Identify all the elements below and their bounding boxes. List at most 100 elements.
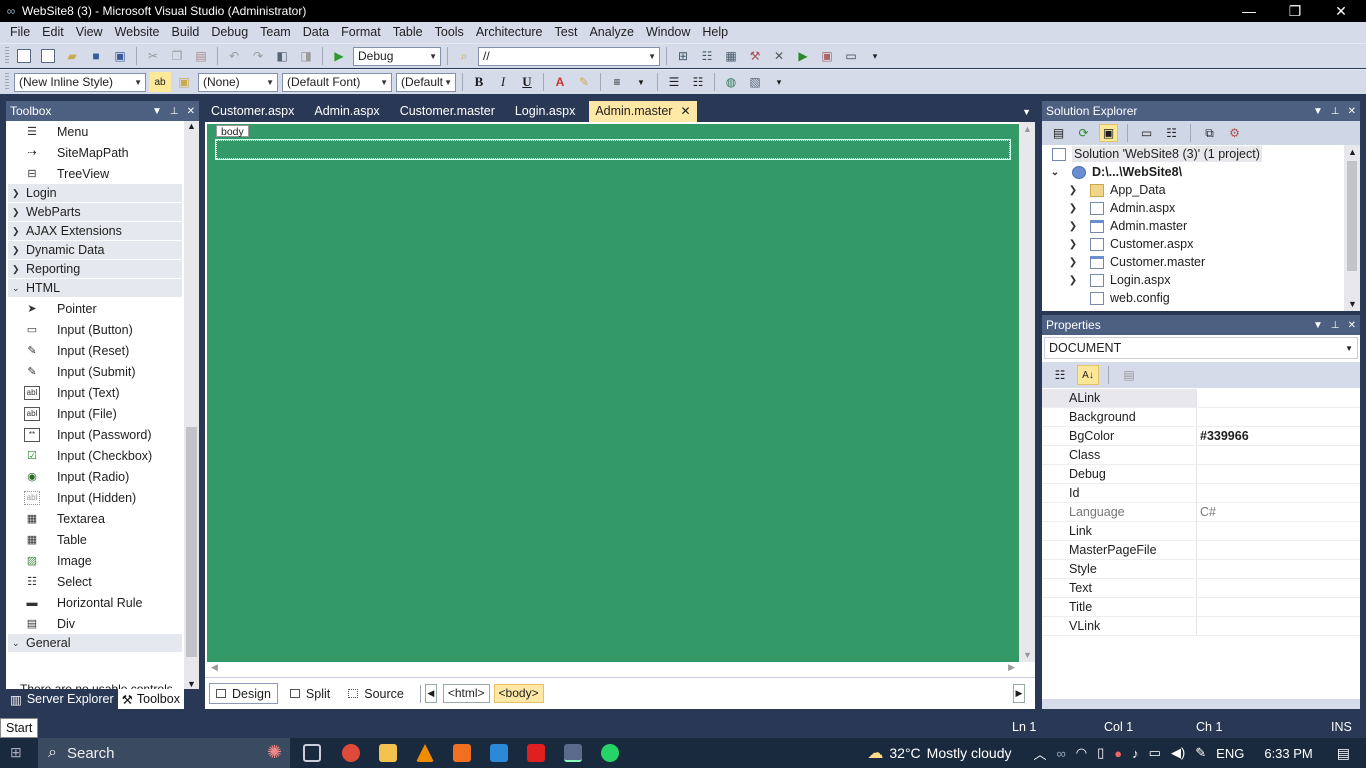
taskbar-search[interactable]: ⌕ Search ✺ — [38, 738, 290, 768]
tag-nav-right-button[interactable]: ▶ — [1013, 684, 1025, 703]
scroll-down-icon[interactable]: ▼ — [1023, 650, 1032, 660]
tab-login-aspx[interactable]: Login.aspx — [509, 101, 581, 122]
vscode-icon[interactable] — [490, 744, 508, 762]
toolbar-options-icon[interactable]: ▾ — [864, 46, 886, 66]
copy-website-icon[interactable]: ⧉ — [1200, 124, 1219, 142]
youtube-icon[interactable] — [527, 744, 545, 762]
chevron-right-icon[interactable]: ❯ — [1066, 203, 1080, 214]
chrome-icon[interactable] — [342, 744, 360, 762]
scroll-up-icon[interactable]: ▲ — [187, 121, 196, 131]
chevron-right-icon[interactable]: ❯ — [1066, 221, 1080, 232]
scroll-up-icon[interactable]: ▲ — [1023, 124, 1032, 134]
toolbox-category-general[interactable]: ⌄ General — [8, 634, 182, 653]
minimize-button[interactable]: — — [1226, 0, 1272, 22]
paste-icon[interactable]: ▤ — [190, 46, 212, 66]
design-vertical-scrollbar[interactable]: ▲ ▼ — [1019, 122, 1035, 662]
microphone-icon[interactable]: ♪ — [1132, 746, 1139, 761]
close-window-button[interactable]: ✕ — [1318, 0, 1364, 22]
navigate-backward-icon[interactable]: ◧ — [271, 46, 293, 66]
toolbox-item-input-file[interactable]: abl Input (File) — [6, 403, 184, 424]
xampp-icon[interactable] — [453, 744, 471, 762]
design-view-button[interactable]: Design — [209, 683, 278, 704]
property-row-alink[interactable]: ALink — [1042, 389, 1360, 408]
refresh-icon[interactable]: ⟳ — [1074, 124, 1093, 142]
italic-button[interactable]: I — [492, 72, 514, 92]
property-value[interactable]: #339966 — [1197, 427, 1249, 445]
solution-node[interactable]: Solution 'WebSite8 (3)' (1 project) — [1042, 145, 1344, 163]
close-icon[interactable]: ✕ — [1348, 320, 1356, 331]
property-value[interactable] — [1197, 522, 1200, 540]
close-tab-icon[interactable]: ✕ — [680, 101, 690, 122]
toolbox-item-pointer[interactable]: ➤ Pointer — [6, 298, 184, 319]
redo-icon[interactable]: ↷ — [247, 46, 269, 66]
tree-item-web-config[interactable]: web.config — [1042, 289, 1344, 307]
toolbox-category-html[interactable]: ⌄ HTML — [8, 279, 182, 298]
menu-website[interactable]: Website — [109, 22, 166, 43]
property-value[interactable] — [1197, 579, 1200, 597]
page-canvas[interactable]: body — [207, 124, 1019, 662]
show-hidden-icons-icon[interactable]: ︿ — [1033, 744, 1046, 763]
toolbox-item-treeview[interactable]: ⊟ TreeView — [6, 163, 184, 184]
view-designer-icon[interactable]: ☷ — [1162, 124, 1181, 142]
toolbox-category-dynamic-data[interactable]: ❯ Dynamic Data — [8, 241, 182, 260]
foreground-color-icon[interactable]: A — [549, 72, 571, 92]
tree-item-admin-master[interactable]: ❯ Admin.master — [1042, 217, 1344, 235]
windows-start-icon[interactable]: ⊞ — [10, 744, 22, 761]
toolbox-item-sitemappath[interactable]: ⇢ SiteMapPath — [6, 142, 184, 163]
property-pages-icon[interactable]: ▤ — [1118, 365, 1140, 385]
tree-item-admin-aspx[interactable]: ❯ Admin.aspx — [1042, 199, 1344, 217]
tab-server-explorer[interactable]: ▥ Server Explorer — [6, 689, 118, 709]
extension-manager-icon[interactable]: ▣ — [816, 46, 838, 66]
menu-table[interactable]: Table — [387, 22, 429, 43]
property-row-link[interactable]: Link — [1042, 522, 1360, 541]
pin-icon[interactable]: ⊥ — [1331, 320, 1340, 331]
scrollbar-thumb[interactable] — [1347, 161, 1357, 271]
design-horizontal-scrollbar[interactable]: ◀ ▶ — [207, 662, 1019, 676]
menu-file[interactable]: File — [4, 22, 36, 43]
window-position-icon[interactable]: ▼ — [1313, 106, 1323, 117]
property-value[interactable] — [1197, 560, 1200, 578]
start-debugging-icon[interactable]: ▶ — [328, 46, 350, 66]
toolbox-item-textarea[interactable]: ▦ Textarea — [6, 508, 184, 529]
menu-window[interactable]: Window — [640, 22, 696, 43]
nest-related-files-icon[interactable]: ▣ — [1099, 124, 1118, 142]
find-combo[interactable]: // ▼ — [478, 46, 660, 66]
scroll-down-icon[interactable]: ▼ — [187, 679, 196, 689]
style-application-icon[interactable]: ab — [149, 72, 171, 92]
solution-explorer-icon[interactable]: ⊞ — [672, 46, 694, 66]
toolbox-category-reporting[interactable]: ❯ Reporting — [8, 260, 182, 279]
justify-dropdown-icon[interactable]: ▼ — [630, 72, 652, 92]
menu-data[interactable]: Data — [297, 22, 335, 43]
property-row-vlink[interactable]: VLink — [1042, 617, 1360, 636]
property-row-language[interactable]: Language C# — [1042, 503, 1360, 522]
chevron-right-icon[interactable]: ❯ — [1066, 185, 1080, 196]
font-name-dropdown[interactable]: (Default Font) ▼ — [282, 72, 392, 92]
whatsapp-icon[interactable] — [601, 744, 619, 762]
tree-item-customer-aspx[interactable]: ❯ Customer.aspx — [1042, 235, 1344, 253]
menu-test[interactable]: Test — [549, 22, 584, 43]
toolbox-item-menu[interactable]: ☰ Menu — [6, 121, 184, 142]
object-selector-dropdown[interactable]: DOCUMENT ▼ — [1044, 337, 1358, 359]
categorized-icon[interactable]: ☷ — [1049, 365, 1071, 385]
active-files-dropdown-icon[interactable]: ▼ — [1022, 107, 1031, 117]
menu-debug[interactable]: Debug — [205, 22, 254, 43]
underline-button[interactable]: U — [516, 72, 538, 92]
property-value[interactable] — [1197, 617, 1200, 635]
chevron-right-icon[interactable]: ❯ — [1066, 275, 1080, 286]
close-icon[interactable]: ✕ — [187, 106, 195, 117]
hyperlink-icon[interactable]: ◍ — [720, 72, 742, 92]
toolbox-item-input-hidden[interactable]: abl Input (Hidden) — [6, 487, 184, 508]
wifi-icon[interactable]: ◠ — [1076, 745, 1087, 761]
bulleted-list-icon[interactable]: ☰ — [663, 72, 685, 92]
properties-window-icon[interactable]: ☷ — [696, 46, 718, 66]
tab-admin-master[interactable]: Admin.master ✕ — [589, 101, 697, 122]
formatting-options-icon[interactable]: ▧ — [744, 72, 766, 92]
property-row-bgcolor[interactable]: BgColor #339966 — [1042, 427, 1360, 446]
volume-icon[interactable]: ◀) — [1171, 745, 1185, 761]
menu-tools[interactable]: Tools — [429, 22, 470, 43]
breadcrumb-body[interactable]: <body> — [493, 684, 544, 703]
property-value[interactable] — [1197, 408, 1200, 426]
property-row-text[interactable]: Text — [1042, 579, 1360, 598]
numbered-list-icon[interactable]: ☷ — [687, 72, 709, 92]
notifications-icon[interactable]: ▤ — [1337, 745, 1350, 762]
